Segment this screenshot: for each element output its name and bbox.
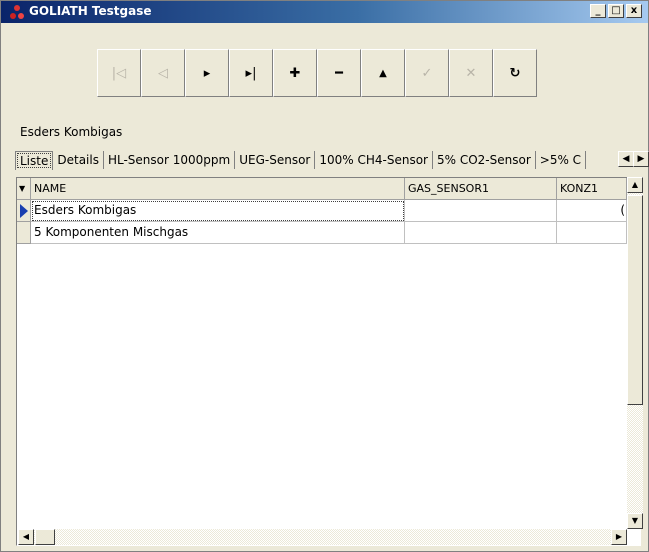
left-arrow-icon: ◀ bbox=[622, 154, 630, 164]
refresh-button[interactable]: ↻ bbox=[493, 49, 537, 97]
horizontal-scroll-thumb[interactable] bbox=[35, 529, 55, 545]
scroll-up-button[interactable]: ▲ bbox=[627, 177, 643, 193]
goliath-app-icon bbox=[10, 5, 24, 19]
prior-record-icon: ◁ bbox=[158, 65, 168, 81]
close-button[interactable]: x bbox=[626, 4, 642, 18]
next-record-icon: ▸ bbox=[203, 65, 211, 81]
cell-konz1[interactable] bbox=[557, 222, 627, 244]
maximize-button[interactable]: □ bbox=[608, 4, 624, 18]
cell-gas-sensor1[interactable] bbox=[405, 222, 557, 244]
tab-liste[interactable]: Liste bbox=[15, 151, 54, 170]
tab-more[interactable]: >5% C bbox=[536, 151, 587, 169]
refresh-icon: ↻ bbox=[509, 65, 521, 81]
column-header-gas-sensor1[interactable]: GAS_SENSOR1 bbox=[405, 178, 557, 200]
delete-record-button[interactable]: ━ bbox=[317, 49, 361, 97]
scroll-left-button[interactable]: ◀ bbox=[18, 529, 34, 545]
right-arrow-icon: ▶ bbox=[637, 154, 645, 164]
cell-gas-sensor1[interactable] bbox=[405, 200, 557, 222]
vertical-scrollbar[interactable]: ▲ ▼ bbox=[627, 177, 643, 529]
prior-record-button[interactable]: ◁ bbox=[141, 49, 185, 97]
horizontal-scrollbar[interactable]: ◀ ▶ bbox=[18, 529, 627, 545]
cell-name[interactable]: Esders Kombigas bbox=[31, 200, 405, 222]
sort-indicator-icon[interactable]: ▼ bbox=[17, 178, 31, 200]
edit-record-button[interactable]: ▲ bbox=[361, 49, 405, 97]
first-record-icon: |◁ bbox=[111, 65, 127, 81]
vertical-scroll-thumb[interactable] bbox=[627, 195, 643, 405]
insert-record-button[interactable]: ✚ bbox=[273, 49, 317, 97]
up-arrow-icon: ▲ bbox=[631, 180, 639, 189]
title-bar[interactable]: GOLIATH Testgase _ □ x bbox=[1, 1, 648, 23]
tab-strip: Liste Details HL-Sensor 1000ppm UEG-Sensor 1… bbox=[15, 151, 627, 171]
tab-ueg-sensor[interactable]: UEG-Sensor bbox=[235, 151, 316, 169]
scroll-right-button[interactable]: ▶ bbox=[611, 529, 627, 545]
row-indicator bbox=[17, 222, 31, 244]
tab-scroll-right-button[interactable]: ▶ bbox=[633, 151, 649, 167]
next-record-button[interactable]: ▸ bbox=[185, 49, 229, 97]
current-record-label: Esders Kombigas bbox=[20, 125, 123, 139]
column-header-konz1[interactable]: KONZ1 bbox=[557, 178, 627, 200]
last-record-icon: ▸| bbox=[245, 65, 257, 81]
checkmark-icon: ✓ bbox=[421, 65, 433, 81]
cross-icon: ✕ bbox=[465, 65, 477, 81]
data-grid: ▼ NAME GAS_SENSOR1 KONZ1 Esders Kombigas… bbox=[16, 177, 641, 546]
app-window: GOLIATH Testgase _ □ x |◁ ◁ ▸ ▸| ✚ ━ ▲ ✓… bbox=[0, 0, 649, 552]
left-arrow-icon: ◀ bbox=[22, 532, 30, 541]
table-row[interactable]: 5 Komponenten Mischgas bbox=[17, 222, 627, 244]
tab-co2-sensor[interactable]: 5% CO2-Sensor bbox=[433, 151, 536, 169]
down-arrow-icon: ▼ bbox=[631, 516, 639, 525]
up-triangle-icon: ▲ bbox=[379, 67, 387, 79]
last-record-button[interactable]: ▸| bbox=[229, 49, 273, 97]
cell-konz1[interactable]: ( bbox=[557, 200, 627, 222]
table-row[interactable]: Esders Kombigas ( bbox=[17, 200, 627, 222]
window-title: GOLIATH Testgase bbox=[29, 4, 152, 18]
column-header-name[interactable]: NAME bbox=[31, 178, 405, 200]
tab-details[interactable]: Details bbox=[53, 151, 104, 169]
right-arrow-icon: ▶ bbox=[615, 532, 623, 541]
record-navigator: |◁ ◁ ▸ ▸| ✚ ━ ▲ ✓ ✕ ↻ bbox=[97, 49, 537, 97]
minus-icon: ━ bbox=[335, 65, 343, 81]
minimize-button[interactable]: _ bbox=[590, 4, 606, 18]
scroll-down-button[interactable]: ▼ bbox=[627, 513, 643, 529]
cancel-edit-button[interactable]: ✕ bbox=[449, 49, 493, 97]
tab-ch4-sensor[interactable]: 100% CH4-Sensor bbox=[315, 151, 433, 169]
first-record-button[interactable]: |◁ bbox=[97, 49, 141, 97]
plus-icon: ✚ bbox=[289, 65, 301, 81]
grid-header: ▼ NAME GAS_SENSOR1 KONZ1 bbox=[17, 178, 627, 200]
row-indicator bbox=[17, 200, 31, 222]
post-edit-button[interactable]: ✓ bbox=[405, 49, 449, 97]
tab-hl-sensor[interactable]: HL-Sensor 1000ppm bbox=[104, 151, 236, 169]
cell-name[interactable]: 5 Komponenten Mischgas bbox=[31, 222, 405, 244]
tab-scroll-left-button[interactable]: ◀ bbox=[618, 151, 634, 167]
current-row-arrow-icon bbox=[20, 204, 28, 218]
